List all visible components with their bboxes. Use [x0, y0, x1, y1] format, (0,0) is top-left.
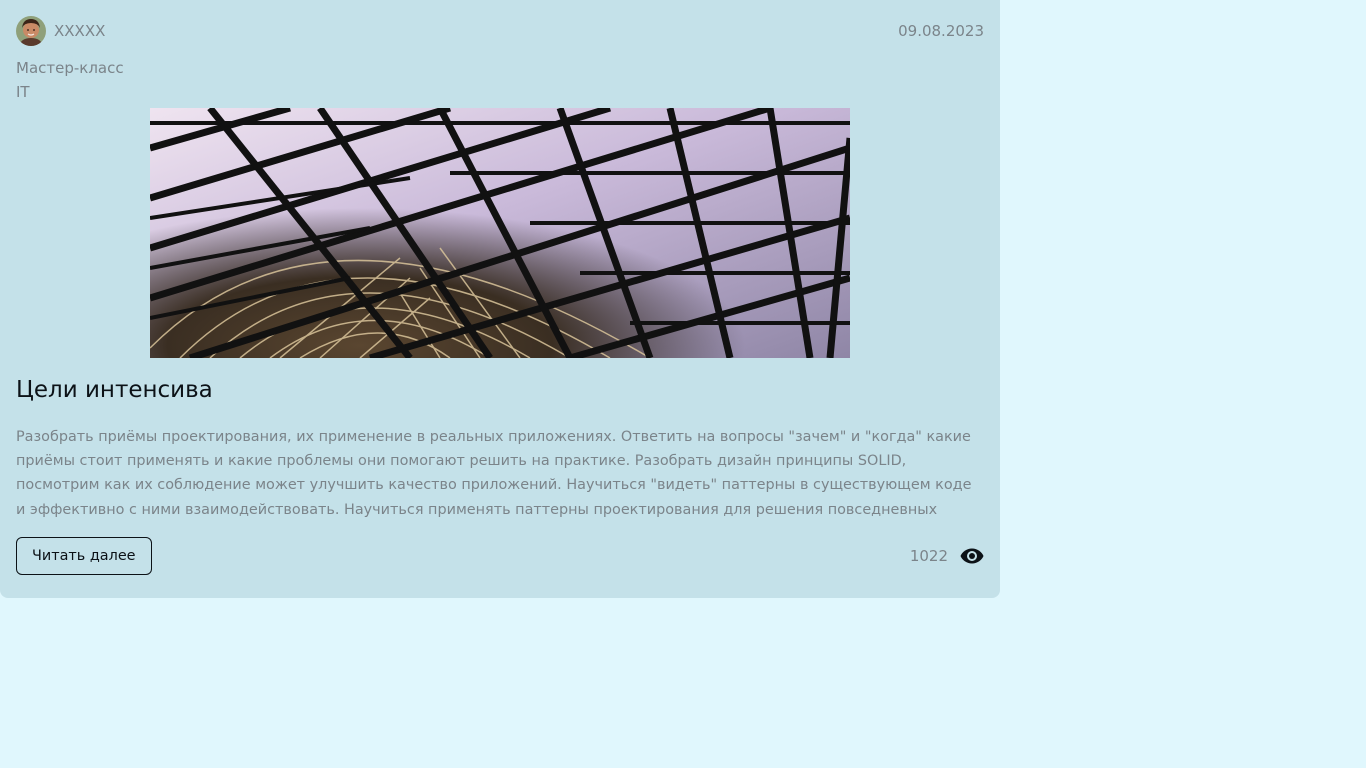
post-card: XXXXX 09.08.2023 Мастер-класс IT Цели ин… [0, 0, 1000, 598]
cover-image [150, 108, 850, 358]
post-header: XXXXX 09.08.2023 [16, 16, 984, 46]
post-description: Разобрать приёмы проектирования, их прим… [16, 429, 972, 518]
read-more-button[interactable]: Читать далее [16, 537, 152, 575]
tag-item[interactable]: Мастер-класс [16, 56, 984, 80]
author[interactable]: XXXXX [16, 16, 105, 46]
post-footer: Читать далее 1022 [16, 537, 984, 575]
avatar-photo-icon [16, 16, 46, 46]
tag-list: Мастер-класс IT [16, 56, 984, 104]
cover-image-container [16, 108, 984, 358]
views-counter: 1022 [910, 547, 984, 565]
avatar[interactable] [16, 16, 46, 46]
post-date: 09.08.2023 [898, 22, 984, 40]
tag-item[interactable]: IT [16, 80, 984, 104]
views-count: 1022 [909, 547, 948, 565]
post-title[interactable]: Цели интенсива [16, 374, 984, 406]
author-name[interactable]: XXXXX [54, 22, 105, 40]
eye-icon [960, 548, 984, 564]
